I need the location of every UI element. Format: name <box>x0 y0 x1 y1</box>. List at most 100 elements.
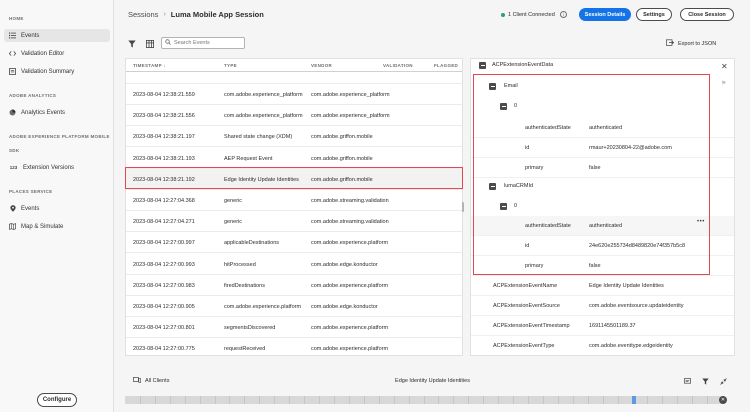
timeline-tick <box>408 396 410 404</box>
sidebar-item-events[interactable]: Events <box>4 29 110 42</box>
tree-node-email-0[interactable]: 0 <box>471 99 734 113</box>
more-options-icon[interactable]: ••• <box>697 219 705 225</box>
tree-node-luma[interactable]: lumaCRMId <box>471 179 734 193</box>
timeline-tick <box>513 396 515 404</box>
sidebar-item-validation-editor[interactable]: Validation Editor <box>4 47 110 60</box>
timeline-tick <box>542 396 544 404</box>
json-field-value: com.adobe.eventtype.edgeidentity <box>589 343 673 349</box>
json-field-key: id <box>525 243 530 249</box>
cell-timestamp: 2023-08-04 12:27:00.993 <box>133 261 195 268</box>
column-header-validation[interactable]: VALIDATION <box>383 63 413 68</box>
json-field-row[interactable]: primary false <box>471 256 734 276</box>
table-row[interactable]: 2023-08-04 12:27:00.905 com.adobe.experie… <box>126 296 462 317</box>
search-input[interactable] <box>174 40 244 46</box>
sidebar-item-extension-versions[interactable]: 123 Extension Versions <box>4 161 110 174</box>
json-field-row[interactable]: id 24e620e255734d8489820e74f357b5c8 <box>471 236 734 256</box>
tree-node-luma-0[interactable]: 0 <box>471 199 734 213</box>
cell-timestamp: 2023-08-04 12:38:21.193 <box>133 155 195 162</box>
column-header-type[interactable]: TYPE <box>224 63 237 68</box>
column-header-timestamp[interactable]: TIMESTAMP ↓ <box>133 63 166 68</box>
column-header-flagged[interactable]: FLAGGED <box>434 63 458 68</box>
json-field-row[interactable]: primary false <box>471 158 734 178</box>
timeline-tick <box>602 396 604 404</box>
close-icon[interactable]: ✕ <box>721 62 728 71</box>
json-field-value: Edge Identity Update Identities <box>589 283 664 289</box>
table-row[interactable]: 2023-08-04 12:38:21.193 AEP Request Event… <box>126 148 462 169</box>
table-row[interactable]: 2023-08-04 12:27:04.271 generic com.adobe.… <box>126 211 462 233</box>
timeline-tick <box>363 396 365 404</box>
settings-button[interactable]: Settings <box>636 8 672 21</box>
json-field-key: authenticatedState <box>525 223 571 229</box>
json-field-value: false <box>589 165 601 171</box>
timeline-tick <box>139 396 141 404</box>
tree-node-email[interactable]: Email <box>471 79 734 93</box>
list-icon <box>9 32 16 39</box>
collapse-icon[interactable] <box>500 203 507 210</box>
version-123-icon: 123 <box>9 165 18 170</box>
column-header-vendor[interactable]: VENDOR <box>311 63 332 68</box>
table-row[interactable]: 2023-08-04 12:27:00.775 requestReceived co… <box>126 338 462 355</box>
collapse-icon[interactable] <box>489 83 496 90</box>
close-circle-icon[interactable]: ✕ <box>719 396 727 404</box>
table-row[interactable]: 2023-08-04 12:27:00.801 segmentsDiscovere… <box>126 317 462 339</box>
cell-vendor: com.adobe.griffon.mobile <box>311 134 373 141</box>
table-row[interactable]: 2023-08-04 12:27:00.997 applicableDestina… <box>126 232 462 254</box>
json-field-row[interactable]: ACPExtensionEventName Edge Identity Updat… <box>471 276 734 296</box>
json-field-key: ACPExtensionEventName <box>493 283 558 289</box>
table-row[interactable]: 2023-08-04 12:38:21.556 com.adobe.experie… <box>126 105 462 127</box>
json-field-row[interactable]: authenticatedState authenticated <box>471 118 734 138</box>
tree-key: lumaCRMId <box>504 183 534 189</box>
collapse-icon[interactable] <box>500 103 507 110</box>
timeline-selected-marker[interactable] <box>632 396 637 404</box>
table-row[interactable]: 2023-08-04 12:38:21.197 Shared state chan… <box>126 126 462 148</box>
json-field-key: authenticatedState <box>525 125 571 131</box>
table-row[interactable]: 2023-08-04 12:38:21.192 Edge Identity Upd… <box>126 168 462 190</box>
sidebar-item-places-events[interactable]: Events <box>4 202 110 215</box>
cell-type: generic <box>224 219 243 226</box>
timeline-title: Edge Identity Update Identities <box>395 378 470 384</box>
collapse-arrows-icon[interactable] <box>719 377 727 385</box>
location-pin-icon <box>9 205 16 212</box>
sidebar-item-map-simulate[interactable]: Map & Simulate <box>4 220 110 233</box>
export-json-button[interactable]: Export to JSON <box>666 39 716 48</box>
configure-button[interactable]: Configure <box>37 393 77 407</box>
json-field-row[interactable]: id rmaur+20230804-22@adobe.com <box>471 138 734 158</box>
comment-icon[interactable] <box>683 377 691 385</box>
info-icon[interactable]: i <box>559 11 567 18</box>
cell-timestamp: 2023-08-04 12:38:21.192 <box>133 176 195 183</box>
table-row[interactable]: 2023-08-04 12:38:21.559 com.adobe.experie… <box>126 84 462 105</box>
json-field-row[interactable]: ACPExtensionEventTimestamp 1691145501189.… <box>471 316 734 336</box>
flag-icon[interactable]: ⚑ <box>721 80 726 87</box>
tree-node-root[interactable]: ACPExtensionEventData <box>471 59 734 71</box>
json-field-row[interactable]: authenticatedState authenticated <box>471 216 734 236</box>
json-field-value: authenticated <box>589 125 623 131</box>
section-aep-mobile: ADOBE EXPERIENCE PLATFORM MOBILE <box>9 134 110 139</box>
table-row[interactable]: 2023-08-04 12:27:00.993 hitProcessed com.a… <box>126 254 462 275</box>
session-details-button[interactable]: Session Details <box>579 8 631 21</box>
json-field-key: id <box>525 145 530 151</box>
filter-icon[interactable] <box>127 39 136 48</box>
json-field-row[interactable]: ACPExtensionEventType com.adobe.eventtype… <box>471 336 734 355</box>
panel-splitter-handle[interactable] <box>462 202 464 212</box>
sidebar-item-validation-summary[interactable]: Validation Summary <box>4 65 110 78</box>
columns-icon[interactable] <box>145 39 154 48</box>
timeline-track[interactable] <box>125 396 722 404</box>
status-dot-icon <box>501 12 505 17</box>
close-session-button[interactable]: Close Session <box>680 8 734 21</box>
cell-timestamp: 2023-08-04 12:27:00.983 <box>133 282 195 289</box>
table-row[interactable]: 2023-08-04 12:27:00.983 firedDestinations… <box>126 275 462 296</box>
collapse-icon[interactable] <box>479 62 486 69</box>
summary-icon <box>9 68 16 75</box>
table-row[interactable]: 2023-08-04 12:27:04.368 generic com.adobe.… <box>126 190 462 211</box>
json-field-row[interactable]: ACPExtensionEventSource com.adobe.eventso… <box>471 296 734 316</box>
cell-vendor: com.adobe.experience.platform <box>311 325 389 332</box>
sidebar-item-analytics-events[interactable]: Analytics Events <box>4 106 110 119</box>
cell-vendor: com.adobe.edge.konductor <box>311 304 378 310</box>
collapse-icon[interactable] <box>489 183 496 190</box>
breadcrumb-sessions-link[interactable]: Sessions <box>128 10 158 19</box>
tree-key: ACPExtensionEventData <box>492 62 554 68</box>
timeline-tick <box>438 396 440 404</box>
sidebar-item-label: Extension Versions <box>23 164 75 171</box>
filter-icon[interactable] <box>701 377 709 385</box>
chevron-right-icon: › <box>163 11 166 18</box>
